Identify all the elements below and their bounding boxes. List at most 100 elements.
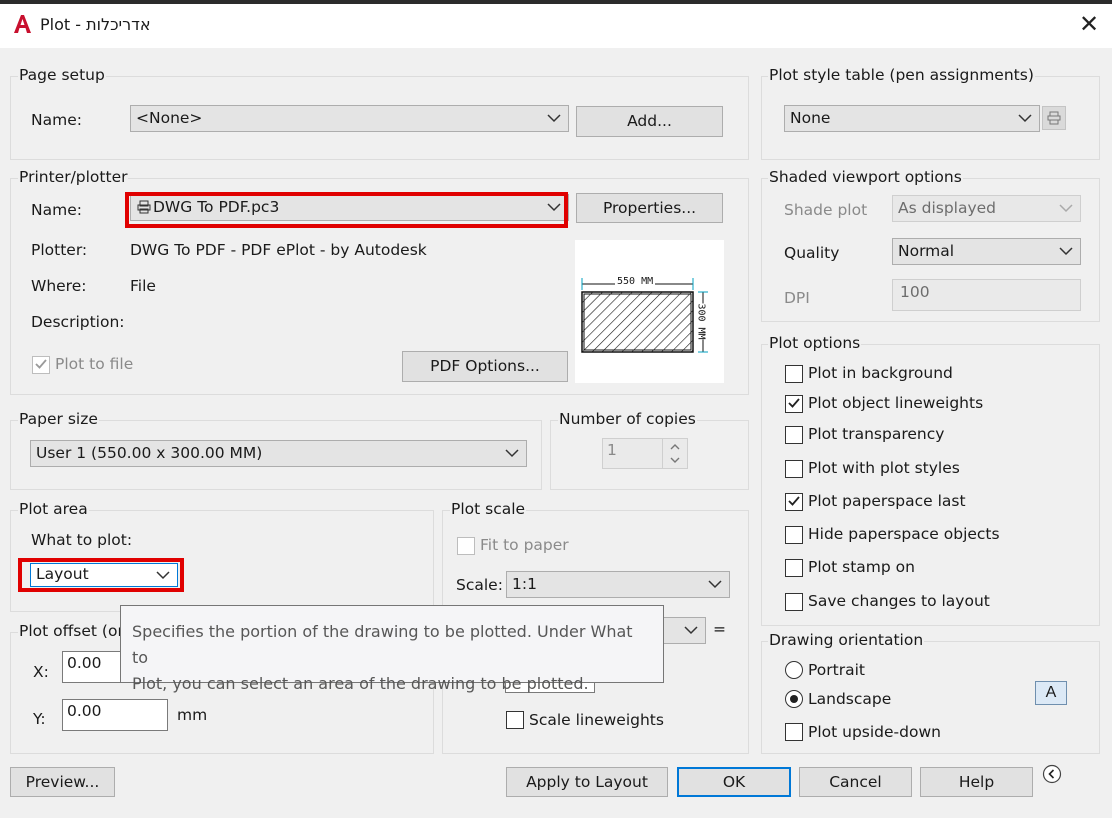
- paper-size-label: Paper size: [18, 410, 99, 428]
- orientation-preview-icon: A: [1035, 681, 1067, 705]
- copies-spinner[interactable]: 1: [602, 438, 688, 469]
- offset-unit: mm: [177, 706, 208, 724]
- plot-area-label: Plot area: [18, 500, 89, 518]
- shade-plot-dropdown[interactable]: As displayed: [892, 195, 1081, 222]
- spinner-down-icon[interactable]: [669, 456, 681, 464]
- paper-size-dropdown[interactable]: User 1 (550.00 x 300.00 MM): [30, 440, 527, 467]
- upside-down-checkbox[interactable]: [785, 723, 803, 741]
- plot-to-file-checkbox[interactable]: [32, 356, 50, 374]
- plot-option-checkbox[interactable]: [785, 593, 803, 611]
- page-setup-name-dropdown[interactable]: <None>: [130, 105, 569, 132]
- scale-dropdown[interactable]: 1:1: [506, 571, 730, 598]
- plot-option-label: Plot object lineweights: [808, 394, 984, 412]
- equals-sign: =: [713, 620, 726, 638]
- dpi-label: DPI: [784, 289, 810, 307]
- plot-offset-label: Plot offset (ori: [18, 622, 130, 640]
- quality-label: Quality: [784, 244, 840, 262]
- description-label: Description:: [31, 313, 125, 331]
- help-button[interactable]: Help: [920, 767, 1033, 797]
- plot-style-dropdown[interactable]: None: [784, 105, 1040, 132]
- scale-label: Scale:: [456, 576, 503, 594]
- copies-value: 1: [607, 441, 617, 459]
- copies-label: Number of copies: [558, 410, 697, 428]
- preview-button[interactable]: Preview...: [10, 767, 115, 797]
- plot-options-label: Plot options: [768, 334, 862, 352]
- tooltip-line-2: Plot, you can select an area of the draw…: [132, 674, 589, 693]
- pdf-options-button[interactable]: PDF Options...: [402, 351, 568, 382]
- chevron-down-icon: [1018, 114, 1032, 123]
- chevron-down-icon: [1059, 247, 1073, 256]
- shaded-viewport-label: Shaded viewport options: [768, 168, 963, 186]
- plot-to-file-label: Plot to file: [55, 355, 134, 373]
- plot-option-checkbox[interactable]: [785, 493, 803, 511]
- plot-style-table-label: Plot style table (pen assignments): [768, 66, 1035, 84]
- close-icon[interactable]: ✕: [1076, 11, 1102, 37]
- plot-option-checkbox[interactable]: [785, 395, 803, 413]
- tooltip-line-1: Specifies the portion of the drawing to …: [132, 622, 633, 667]
- plot-option-label: Hide paperspace objects: [808, 525, 1000, 543]
- chevron-down-icon: [547, 114, 561, 123]
- plot-option-checkbox[interactable]: [785, 460, 803, 478]
- copies-spinner-buttons[interactable]: [662, 439, 687, 468]
- offset-y-input[interactable]: 0.00: [62, 699, 168, 731]
- scale-value: 1:1: [512, 575, 537, 593]
- plot-option-label: Plot paperspace last: [808, 492, 966, 510]
- shade-plot-label: Shade plot: [784, 201, 868, 219]
- paper-size-value: User 1 (550.00 x 300.00 MM): [36, 444, 263, 462]
- add-button[interactable]: Add...: [576, 106, 723, 137]
- plot-scale-label: Plot scale: [450, 500, 527, 518]
- what-to-plot-label: What to plot:: [31, 531, 133, 549]
- highlight-box-printer: [125, 192, 568, 228]
- plot-option-checkbox[interactable]: [785, 526, 803, 544]
- plot-option-label: Save changes to layout: [808, 592, 990, 610]
- quality-dropdown[interactable]: Normal: [892, 238, 1081, 265]
- offset-y-label: Y:: [33, 710, 46, 728]
- chevron-down-icon: [1059, 204, 1073, 213]
- plot-option-label: Plot in background: [808, 364, 953, 382]
- scale-lineweights-checkbox[interactable]: [506, 711, 524, 729]
- plot-option-checkbox[interactable]: [785, 426, 803, 444]
- fit-to-paper-label: Fit to paper: [480, 536, 569, 554]
- drawing-orientation-label: Drawing orientation: [768, 631, 925, 649]
- plotter-value: DWG To PDF - PDF ePlot - by Autodesk: [130, 241, 427, 259]
- printer-name-label: Name:: [31, 201, 82, 219]
- offset-x-label: X:: [33, 663, 49, 681]
- autocad-app-icon: [14, 15, 31, 33]
- apply-to-layout-button[interactable]: Apply to Layout: [506, 767, 668, 797]
- landscape-radio[interactable]: [785, 690, 803, 708]
- title-bar: [0, 4, 1112, 48]
- plot-style-edit-button[interactable]: [1042, 106, 1066, 130]
- fit-to-paper-checkbox[interactable]: [457, 537, 475, 555]
- ok-button[interactable]: OK: [677, 767, 791, 797]
- checkmark-icon: [788, 398, 800, 408]
- spinner-up-icon[interactable]: [669, 443, 681, 451]
- what-to-plot-tooltip: Specifies the portion of the drawing to …: [120, 605, 664, 693]
- properties-button[interactable]: Properties...: [576, 193, 723, 223]
- landscape-label: Landscape: [808, 690, 892, 708]
- plot-option-checkbox[interactable]: [785, 559, 803, 577]
- plot-option-label: Plot stamp on: [808, 558, 915, 576]
- portrait-radio[interactable]: [785, 661, 803, 679]
- window-title: Plot - אדריכלות: [40, 15, 151, 34]
- plot-option-label: Plot transparency: [808, 425, 945, 443]
- printer-plotter-label: Printer/plotter: [18, 168, 129, 186]
- shade-plot-value: As displayed: [898, 199, 997, 217]
- dpi-input[interactable]: 100: [892, 279, 1081, 311]
- quality-value: Normal: [898, 242, 955, 260]
- scale-lineweights-label: Scale lineweights: [529, 711, 664, 729]
- preview-height-label: 300 MM: [695, 303, 707, 340]
- plot-options-group: [761, 344, 1100, 626]
- preview-width-label: 550 MM: [615, 276, 656, 287]
- plot-option-checkbox[interactable]: [785, 365, 803, 383]
- cancel-button[interactable]: Cancel: [799, 767, 912, 797]
- chevron-down-icon: [505, 449, 519, 458]
- collapse-arrow-icon[interactable]: [1042, 764, 1062, 784]
- highlight-box-plot-area: [18, 558, 184, 592]
- paper-preview: 550 MM 300 MM: [575, 240, 724, 383]
- plot-style-value: None: [790, 109, 831, 127]
- plot-style-edit-icon: [1047, 111, 1061, 125]
- page-setup-name-label: Name:: [31, 111, 82, 129]
- checkmark-icon: [35, 359, 47, 369]
- portrait-label: Portrait: [808, 661, 865, 679]
- plot-option-label: Plot with plot styles: [808, 459, 960, 477]
